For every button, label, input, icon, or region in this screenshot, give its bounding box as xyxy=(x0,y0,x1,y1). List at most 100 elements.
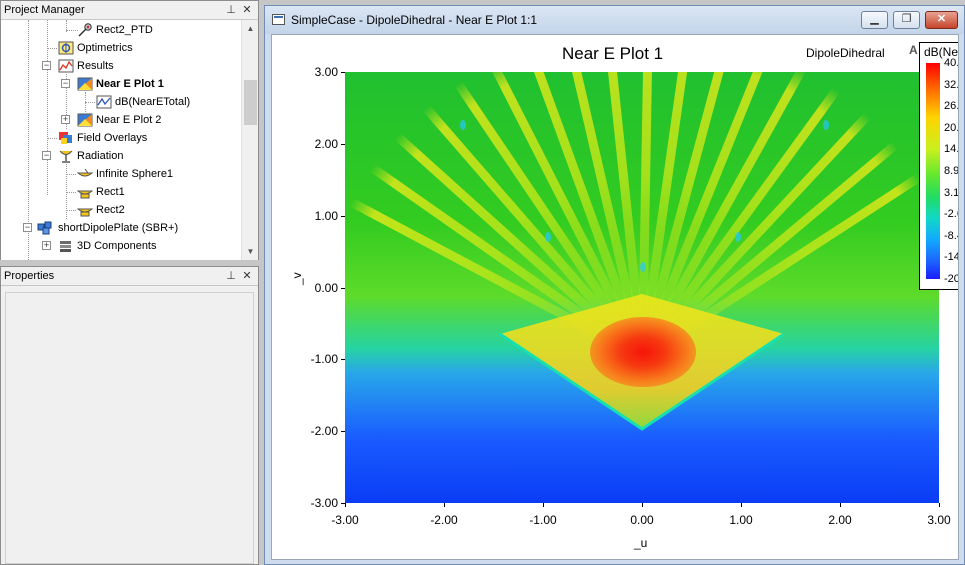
y-axis-label: _v xyxy=(290,272,304,285)
y-tick-mark xyxy=(341,359,345,361)
tree-item-rect2[interactable]: Rect2 xyxy=(1,201,242,219)
plot-title: Near E Plot 1 xyxy=(562,44,664,63)
field-null xyxy=(460,120,466,130)
corner-mark: A xyxy=(909,43,918,57)
project-manager-title: Project Manager xyxy=(4,4,85,16)
x-tick-label: -2.00 xyxy=(430,513,458,527)
window-titlebar[interactable]: SimpleCase - DipoleDihedral - Near E Plo… xyxy=(265,6,964,34)
tree-item-near-e-plot-2[interactable]: + Near E Plot 2 xyxy=(1,111,242,129)
tree-item-label: shortDipolePlate (SBR+) xyxy=(58,222,179,234)
pin-icon[interactable]: ⊥ xyxy=(224,1,238,20)
tree-scrollbar[interactable]: ▲ ▼ xyxy=(241,20,258,260)
close-icon[interactable]: ✕ xyxy=(240,267,254,286)
collapse-icon[interactable]: − xyxy=(61,79,70,88)
tree-item-infinite-sphere1[interactable]: Infinite Sphere1 xyxy=(1,165,242,183)
y-tick-label: 2.00 xyxy=(314,136,338,151)
tree-item-optimetrics[interactable]: Optimetrics xyxy=(1,39,242,57)
tree-item-label: 3D Components xyxy=(77,240,157,252)
x-tick-label: 2.00 xyxy=(828,513,852,527)
window-title: SimpleCase - DipoleDihedral - Near E Plo… xyxy=(291,13,538,27)
tree-item-db-nearetotal[interactable]: dB(NearETotal) xyxy=(1,93,242,111)
rect-setup-icon xyxy=(77,190,93,199)
field-peak xyxy=(590,317,696,387)
legend-value: 3.17 xyxy=(944,186,959,199)
x-tick-label: -1.00 xyxy=(529,513,557,527)
color-legend[interactable]: dB(Ne 40.932.26.220.14.8.923.17-2.6-8.4-… xyxy=(919,42,959,290)
tree-item-field-overlays[interactable]: Field Overlays xyxy=(1,129,242,147)
x-tick-label: 3.00 xyxy=(927,513,951,527)
x-tick-mark xyxy=(642,503,643,507)
legend-value: 14. xyxy=(944,143,959,156)
tree-item-rect2-ptd[interactable]: Rect2_PTD xyxy=(1,21,242,39)
design-label: DipoleDihedral xyxy=(806,46,885,60)
field-overlays-icon xyxy=(59,132,72,144)
pin-icon[interactable]: ⊥ xyxy=(224,267,238,286)
legend-value: 26.2 xyxy=(944,100,959,113)
x-tick-mark xyxy=(543,503,544,507)
y-tick-label: 3.00 xyxy=(314,65,338,79)
plot-canvas[interactable]: Near E Plot 1 DipoleDihedral A 3.00 2.00… xyxy=(271,34,959,560)
project-manager-header: Project Manager ⊥ ✕ xyxy=(1,1,258,20)
scroll-up-icon[interactable]: ▲ xyxy=(242,20,259,37)
plot-icon xyxy=(77,113,93,127)
expand-icon[interactable]: + xyxy=(42,241,51,250)
field-null xyxy=(735,232,741,242)
tree-item-3d-components[interactable]: + 3D Components xyxy=(1,237,242,255)
x-axis-label: _u xyxy=(634,536,648,550)
wedge-region xyxy=(499,294,785,431)
tree-item-label: dB(NearETotal) xyxy=(115,96,191,108)
scroll-down-icon[interactable]: ▼ xyxy=(242,243,259,260)
properties-grid xyxy=(5,292,254,564)
legend-value: 40.9 xyxy=(944,57,959,69)
tree-item-label: Rect1 xyxy=(96,186,125,198)
tree-item-short-dipole-plate[interactable]: − shortDipolePlate (SBR+) xyxy=(1,219,242,237)
x-tick-mark xyxy=(741,503,742,507)
legend-value: -14 xyxy=(944,251,959,264)
close-button[interactable]: ✕ xyxy=(925,11,958,29)
x-tick-mark xyxy=(345,503,346,507)
y-tick-mark xyxy=(341,215,345,217)
close-icon[interactable]: ✕ xyxy=(240,1,254,20)
y-tick-label: -3.00 xyxy=(310,496,338,510)
y-tick-mark xyxy=(341,72,345,73)
expand-icon[interactable]: + xyxy=(61,115,70,124)
collapse-icon[interactable]: − xyxy=(23,223,32,232)
radiation-icon xyxy=(59,150,73,163)
field-null xyxy=(545,232,551,242)
tree-item-results[interactable]: − Results xyxy=(1,57,242,75)
legend-value: 8.92 xyxy=(944,165,959,177)
minimize-button[interactable]: ▁ xyxy=(861,11,888,29)
properties-panel: Properties ⊥ ✕ xyxy=(0,266,259,565)
sphere-icon xyxy=(77,168,93,177)
trace-icon xyxy=(96,95,112,109)
y-tick-mark xyxy=(341,143,345,145)
tree-item-near-e-plot-1[interactable]: − Near E Plot 1 xyxy=(1,75,242,93)
tree-item-rect1[interactable]: Rect1 xyxy=(1,183,242,201)
tree-item-radiation[interactable]: − Radiation xyxy=(1,147,242,165)
tree-item-label: Radiation xyxy=(77,150,124,162)
legend-value: -8.4 xyxy=(944,229,958,242)
properties-header: Properties ⊥ ✕ xyxy=(1,267,258,286)
optimetrics-icon xyxy=(58,41,74,55)
restore-button[interactable]: ❐ xyxy=(893,11,920,29)
collapse-icon[interactable]: − xyxy=(42,151,51,160)
x-tick-label: 1.00 xyxy=(729,513,753,527)
y-tick-mark xyxy=(341,287,345,289)
rect-setup-icon xyxy=(77,208,93,217)
tree-item-label: Field Overlays xyxy=(77,132,148,144)
heatmap-field[interactable] xyxy=(345,72,939,503)
legend-value: 32. xyxy=(944,78,959,91)
window-app-icon xyxy=(272,14,285,25)
x-tick-label: -3.00 xyxy=(331,513,359,527)
plot-window: SimpleCase - DipoleDihedral - Near E Plo… xyxy=(264,5,965,565)
y-tick-label: -2.00 xyxy=(310,424,338,439)
properties-title: Properties xyxy=(4,270,55,282)
tree-item-label: Near E Plot 1 xyxy=(96,78,164,90)
collapse-icon[interactable]: − xyxy=(42,61,51,70)
tree-item-label: Near E Plot 2 xyxy=(96,114,162,126)
results-icon xyxy=(58,59,74,73)
field-null xyxy=(823,120,829,130)
field-null xyxy=(640,262,646,272)
scroll-thumb[interactable] xyxy=(244,80,257,125)
tree-item-label: Rect2_PTD xyxy=(96,24,153,36)
